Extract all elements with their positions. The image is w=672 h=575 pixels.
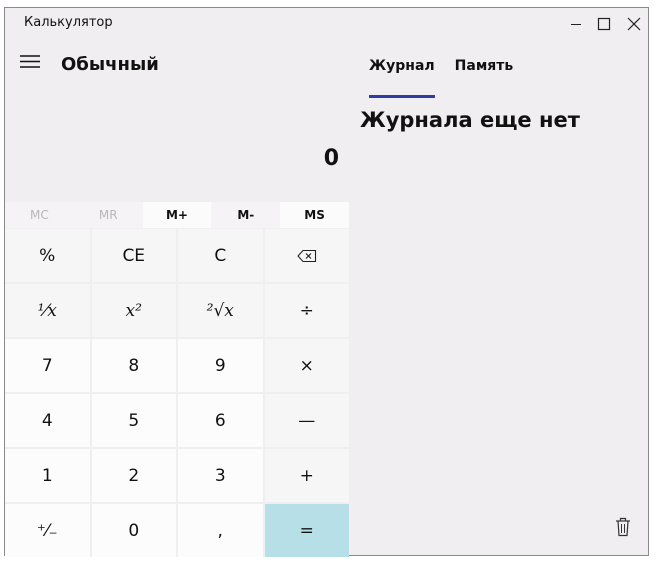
digit-0-key[interactable]: 0 <box>91 504 176 557</box>
memory-add-button[interactable]: M+ <box>142 202 212 228</box>
digit-6-key[interactable]: 6 <box>178 394 263 447</box>
memory-recall-button[interactable]: MR <box>73 202 143 228</box>
clear-entry-key[interactable]: CE <box>91 229 176 282</box>
negate-key[interactable]: ⁺⁄₋ <box>5 504 90 557</box>
backspace-key[interactable] <box>264 229 349 282</box>
multiply-key[interactable]: × <box>264 339 349 392</box>
close-icon <box>627 17 641 31</box>
close-button[interactable] <box>619 11 649 37</box>
equals-key[interactable]: = <box>264 504 349 557</box>
title-bar: Калькулятор <box>5 8 648 39</box>
minus-key[interactable]: — <box>264 394 349 447</box>
digit-2-key[interactable]: 2 <box>91 449 176 502</box>
history-empty-message: Журнала еще нет <box>360 108 580 132</box>
minimize-icon <box>571 24 581 25</box>
reciprocal-key[interactable]: ¹⁄x <box>5 284 90 337</box>
keypad: % CE C ¹⁄x x² ²√x ÷ 7 8 9 × 4 5 6 — 1 2 … <box>5 229 349 557</box>
maximize-icon <box>597 17 611 31</box>
maximize-button[interactable] <box>589 11 619 37</box>
digit-7-key[interactable]: 7 <box>5 339 90 392</box>
memory-store-button[interactable]: MS <box>280 202 349 228</box>
memory-clear-button[interactable]: MC <box>5 202 74 228</box>
result-display: 0 <box>323 146 339 171</box>
mode-title: Обычный <box>61 54 159 75</box>
square-root-label: ²√x <box>206 300 234 321</box>
memory-row: MC MR M+ M- MS <box>5 202 349 228</box>
divide-key[interactable]: ÷ <box>264 284 349 337</box>
square-key[interactable]: x² <box>91 284 176 337</box>
reciprocal-label: ¹⁄x <box>37 300 57 321</box>
trash-icon <box>616 517 630 537</box>
decimal-comma-key[interactable]: , <box>178 504 263 557</box>
app-title: Калькулятор <box>24 15 113 30</box>
backspace-icon <box>297 249 316 262</box>
clear-history-button[interactable] <box>612 515 634 539</box>
square-label: x² <box>125 300 142 321</box>
digit-8-key[interactable]: 8 <box>91 339 176 392</box>
hamburger-icon <box>20 55 40 68</box>
square-root-key[interactable]: ²√x <box>178 284 263 337</box>
digit-3-key[interactable]: 3 <box>178 449 263 502</box>
digit-4-key[interactable]: 4 <box>5 394 90 447</box>
percent-key[interactable]: % <box>5 229 90 282</box>
plus-key[interactable]: + <box>264 449 349 502</box>
tab-memory[interactable]: Память <box>455 58 514 98</box>
digit-5-key[interactable]: 5 <box>91 394 176 447</box>
digit-9-key[interactable]: 9 <box>178 339 263 392</box>
calculator-window: Калькулятор Обычный 0 MC MR M+ M- MS % C… <box>4 7 649 557</box>
clear-key[interactable]: C <box>178 229 263 282</box>
tab-history[interactable]: Журнал <box>369 58 435 98</box>
hamburger-menu-button[interactable] <box>19 54 43 72</box>
side-panel-tabs: Журнал Память <box>369 58 513 98</box>
memory-subtract-button[interactable]: M- <box>211 202 281 228</box>
minimize-button[interactable] <box>561 11 591 37</box>
digit-1-key[interactable]: 1 <box>5 449 90 502</box>
